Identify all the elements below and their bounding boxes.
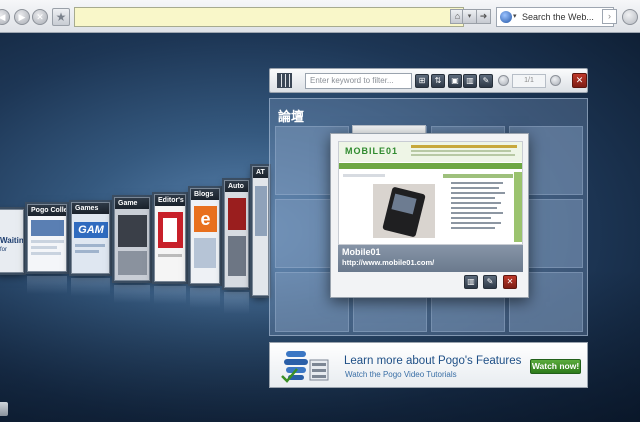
card-label: AT	[253, 167, 268, 178]
site-logo: MOBILE01	[345, 146, 399, 156]
site-title: Mobile01	[342, 247, 381, 257]
carousel-card[interactable]: Pogo Collection	[27, 204, 67, 272]
settings-icon[interactable]: ✎	[479, 74, 493, 88]
dropdown-icon[interactable]: ▾	[462, 9, 477, 24]
card-reflection	[27, 276, 67, 294]
back-icon[interactable]: ◀	[0, 9, 10, 25]
search-engine-icon[interactable]	[500, 11, 512, 23]
card-label: Editor's P	[155, 195, 185, 206]
close-button[interactable]: ✕	[572, 73, 587, 88]
card-sublabel: for	[0, 247, 8, 253]
banner-headline: Learn more about Pogo's Features	[344, 355, 522, 367]
watch-now-button[interactable]: Watch now!	[530, 359, 581, 374]
carousel-card[interactable]: Editor's P	[154, 194, 186, 282]
preview-card[interactable]: MOBILE01 Mobile01 http://www.mobile01.co…	[330, 133, 529, 298]
panel-toolbar: Enter keyword to filter... ⊞ ⇅ ▣ ▥ ✎ 1/1…	[269, 68, 588, 93]
star-icon[interactable]: ★	[52, 8, 70, 26]
carousel-card[interactable]: Game	[114, 197, 150, 281]
expand-icon[interactable]: ▣	[448, 74, 462, 88]
card-reflection	[190, 288, 220, 308]
menu-button[interactable]	[622, 9, 638, 25]
stop-icon[interactable]: ✕	[32, 9, 48, 25]
browser-toolbar: ◀ ▶ ✕ ★ ⌂ ▾ ➜ ▾ Search the Web... ›	[0, 0, 640, 33]
website-screenshot[interactable]: MOBILE01	[338, 141, 523, 245]
features-banner[interactable]: Learn more about Pogo's Features Watch t…	[269, 342, 588, 388]
card-reflection	[154, 286, 186, 304]
edit-icon[interactable]: ✎	[483, 275, 497, 289]
tile-view-icon[interactable]: ⊞	[415, 74, 429, 88]
card-label: Game	[115, 198, 149, 209]
trash-icon[interactable]: ▥	[463, 74, 477, 88]
address-bar[interactable]	[74, 7, 464, 27]
carousel-card[interactable]: Waitin for	[0, 209, 24, 273]
corner-handle-icon[interactable]	[0, 402, 8, 416]
grid-view-icon[interactable]	[277, 73, 292, 88]
carousel-card[interactable]: Blogs e	[190, 188, 220, 284]
carousel-card[interactable]: AT	[252, 166, 269, 296]
search-go-icon[interactable]: ›	[602, 9, 617, 24]
pogo-features-icon	[281, 351, 329, 383]
search-engine-dropdown-icon[interactable]: ▾	[513, 12, 517, 20]
category-title: 論壇	[278, 110, 305, 125]
go-icon[interactable]: ➜	[476, 9, 491, 24]
page-indicator: 1/1	[512, 74, 546, 88]
sort-icon[interactable]: ⇅	[431, 74, 445, 88]
filter-input[interactable]: Enter keyword to filter...	[305, 73, 412, 89]
card-logo: e	[194, 206, 217, 232]
card-label: Waitin	[0, 236, 24, 245]
delete-icon[interactable]: ✕	[503, 275, 517, 289]
preview-caption: Mobile01 http://www.mobile01.com/	[338, 245, 523, 272]
card-reflection	[71, 278, 110, 296]
next-page-icon[interactable]	[550, 75, 561, 86]
banner-subline[interactable]: Watch the Pogo Video Tutorials	[345, 370, 457, 379]
card-reflection	[114, 285, 150, 303]
site-url[interactable]: http://www.mobile01.com/	[342, 258, 519, 267]
search-box[interactable]: ▾ Search the Web...	[496, 7, 614, 27]
card-label: Games	[72, 203, 109, 214]
forward-icon[interactable]: ▶	[14, 9, 30, 25]
card-label: Pogo Collection	[28, 205, 66, 216]
card-label: Blogs	[191, 189, 219, 200]
carousel-card[interactable]: Games GAM	[71, 202, 110, 274]
card-logo: GAM	[74, 222, 108, 238]
card-label: Auto	[225, 181, 248, 192]
trash-icon[interactable]: ▥	[464, 275, 478, 289]
card-reflection	[224, 292, 249, 314]
previous-page-icon[interactable]	[498, 75, 509, 86]
carousel-card[interactable]: Auto	[224, 180, 249, 288]
search-input[interactable]: Search the Web...	[522, 12, 594, 22]
